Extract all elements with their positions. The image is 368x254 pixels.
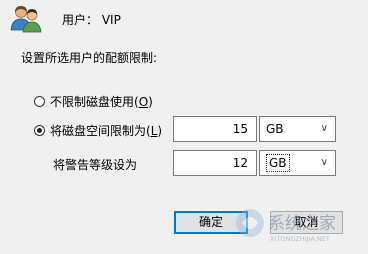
quota-prompt: 设置所选用户的配额限制: bbox=[21, 51, 158, 65]
warning-level-label: 将警告等级设为 bbox=[53, 158, 138, 172]
no-limit-option[interactable]: 不限制磁盘使用(O) bbox=[34, 93, 153, 110]
user-name-label: 用户： VIP bbox=[62, 13, 121, 27]
limit-value-input[interactable]: 15 bbox=[173, 116, 257, 142]
limit-radio[interactable] bbox=[34, 125, 45, 136]
no-limit-label: 不限制磁盘使用(O) bbox=[50, 95, 153, 109]
chevron-down-icon: ∨ bbox=[320, 157, 328, 168]
no-limit-radio[interactable] bbox=[34, 96, 45, 107]
users-icon bbox=[10, 6, 42, 33]
watermark-logo: 系统之家 XITONGZHIJIA.NET bbox=[236, 209, 336, 243]
limit-label: 将磁盘空间限制为(L) bbox=[50, 124, 163, 138]
warning-unit-value: GB bbox=[266, 154, 290, 172]
watermark-text: 系统之家 bbox=[268, 214, 336, 234]
watermark-subtext: XITONGZHIJIA.NET bbox=[270, 235, 330, 243]
warning-value-input[interactable]: 12 bbox=[173, 150, 257, 176]
limit-option[interactable]: 将磁盘空间限制为(L) bbox=[34, 122, 162, 139]
limit-unit-select[interactable]: GB ∨ bbox=[259, 116, 336, 142]
limit-unit-value: GB bbox=[266, 122, 284, 136]
chevron-down-icon: ∨ bbox=[320, 123, 328, 134]
warning-unit-select[interactable]: GB ∨ bbox=[259, 150, 336, 176]
